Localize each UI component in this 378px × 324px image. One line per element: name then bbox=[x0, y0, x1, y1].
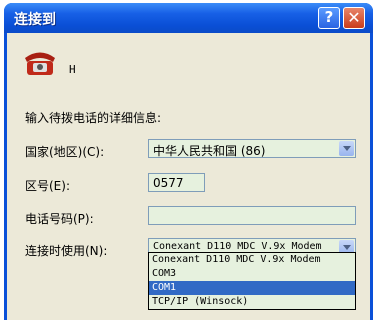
area-code-input[interactable]: 0577 bbox=[148, 173, 205, 192]
dropdown-option[interactable]: TCP/IP (Winsock) bbox=[149, 295, 355, 309]
close-button[interactable]: ✕ bbox=[343, 7, 365, 29]
dropdown-option-selected[interactable]: COM1 bbox=[149, 281, 355, 295]
phone-number-label: 电话号码(P): bbox=[25, 212, 94, 226]
dropdown-option[interactable]: Conexant D110 MDC V.9x Modem bbox=[149, 253, 355, 267]
connect-using-value: Conexant D110 MDC V.9x Modem bbox=[153, 241, 322, 252]
country-label: 国家(地区)(C): bbox=[25, 145, 105, 159]
chevron-down-icon[interactable] bbox=[339, 141, 354, 156]
dropdown-option[interactable]: COM3 bbox=[149, 267, 355, 281]
dialog-window: 连接到 ? ✕ H 输入待拨电话的详细信息: 国家(地区)(C): 中华人民共和… bbox=[4, 3, 373, 320]
area-code-label: 区号(E): bbox=[25, 179, 70, 193]
window-title: 连接到 bbox=[14, 12, 56, 28]
instruction-text: 输入待拨电话的详细信息: bbox=[25, 111, 162, 125]
connect-using-dropdown-list: Conexant D110 MDC V.9x Modem COM3 COM1 T… bbox=[148, 252, 356, 310]
help-button[interactable]: ? bbox=[318, 7, 340, 29]
title-bar[interactable]: 连接到 ? ✕ bbox=[4, 3, 373, 33]
phone-number-input[interactable] bbox=[148, 206, 356, 225]
connection-name: H bbox=[69, 63, 76, 76]
country-value: 中华人民共和国 (86) bbox=[153, 144, 266, 158]
country-select[interactable]: 中华人民共和国 (86) bbox=[148, 139, 356, 158]
connect-using-label: 连接时使用(N): bbox=[25, 244, 108, 258]
phone-icon bbox=[25, 52, 55, 75]
